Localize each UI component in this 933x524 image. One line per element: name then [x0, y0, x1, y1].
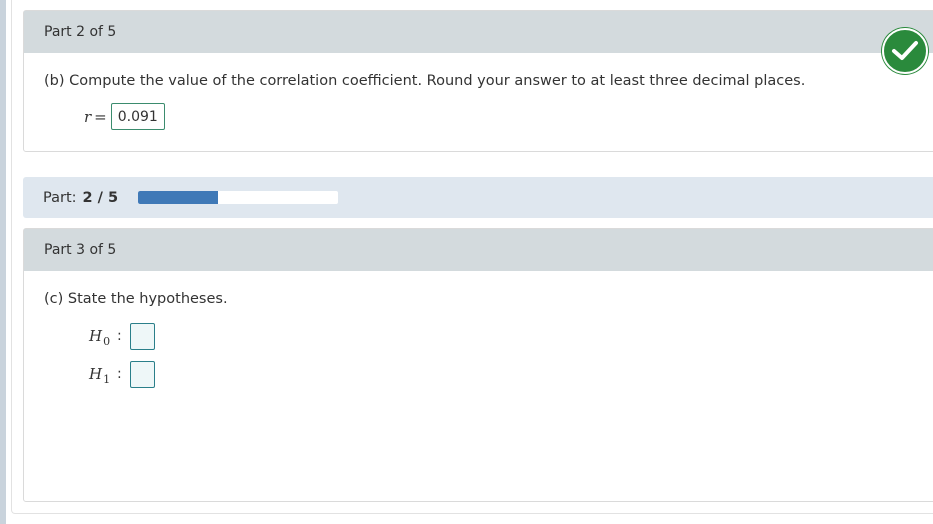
- part-progress: Part: 2 / 5: [23, 177, 933, 218]
- r-variable: r: [84, 107, 92, 126]
- h1-symbol: H: [89, 365, 103, 383]
- progress-label: Part:: [43, 189, 77, 206]
- part-2-question: (b) Compute the value of the correlation…: [44, 73, 806, 89]
- progress-bar-fill: [138, 191, 219, 204]
- r-answer-row: r = 0.091: [44, 103, 933, 130]
- r-answer-field[interactable]: 0.091: [110, 103, 165, 130]
- progress-value: 2 / 5: [82, 189, 119, 206]
- h0-symbol: H: [89, 327, 103, 345]
- alternative-hypothesis-label: H1: [89, 365, 129, 386]
- h1-subscript: 1: [103, 372, 111, 386]
- null-hypothesis-label: H0: [89, 327, 129, 348]
- check-icon: [882, 28, 928, 74]
- alternative-hypothesis-field[interactable]: [129, 360, 155, 388]
- part-3-body: (c) State the hypotheses. H0 : H1 :: [24, 291, 933, 389]
- null-hypothesis-row: H0 :: [89, 321, 933, 351]
- part-2-header: Part 2 of 5: [24, 11, 933, 53]
- part-2-body: (b) Compute the value of the correlation…: [24, 73, 933, 130]
- part-2-card: Part 2 of 5 (b) Compute the value of the…: [23, 10, 933, 152]
- left-rail: [0, 0, 6, 524]
- part-3-header: Part 3 of 5: [24, 229, 933, 271]
- hypotheses-list: H0 : H1 :: [44, 321, 933, 389]
- null-hypothesis-field[interactable]: [129, 322, 155, 350]
- part-3-question: (c) State the hypotheses.: [44, 291, 228, 307]
- h0-colon: :: [117, 328, 122, 344]
- alternative-hypothesis-row: H1 :: [89, 359, 933, 389]
- progress-bar: [138, 191, 339, 204]
- part-3-card: Part 3 of 5 (c) State the hypotheses. H0…: [23, 228, 933, 502]
- h1-colon: :: [117, 366, 122, 382]
- h0-subscript: 0: [103, 334, 111, 348]
- equals-sign: =: [94, 107, 107, 126]
